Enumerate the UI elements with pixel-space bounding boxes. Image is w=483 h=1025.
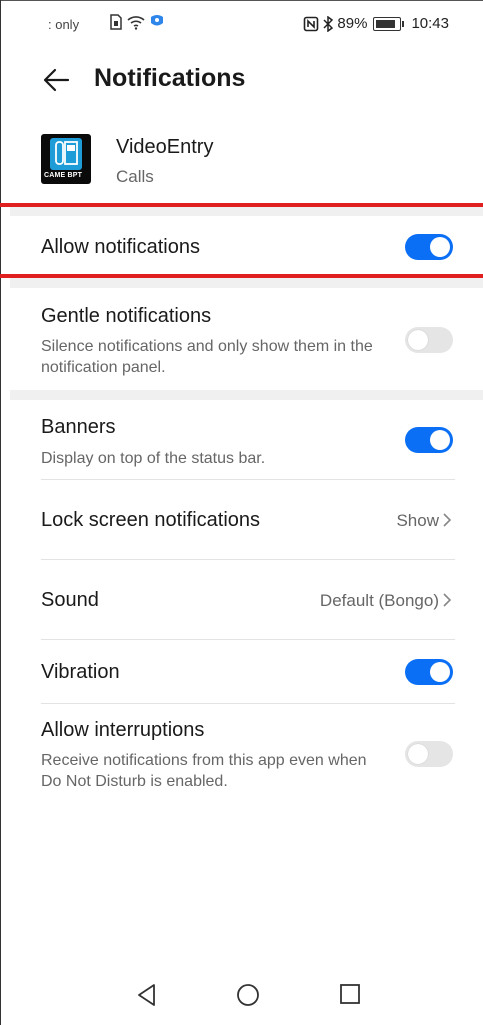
- app-name: VideoEntry: [116, 136, 214, 158]
- page-title: Notifications: [94, 64, 246, 92]
- sound-label[interactable]: Sound: [41, 589, 99, 612]
- sound-value[interactable]: Default (Bongo): [320, 591, 439, 611]
- nfc-icon: [304, 16, 319, 31]
- back-icon[interactable]: [136, 983, 158, 1007]
- vibration-toggle[interactable]: [405, 659, 453, 685]
- battery-icon: [373, 16, 405, 31]
- notification-app-icon: [151, 15, 163, 26]
- gentle-notifications-description: Silence notifications and only show them…: [41, 338, 373, 376]
- recents-icon[interactable]: [339, 983, 361, 1005]
- row-separator: [41, 639, 455, 640]
- section-divider: [10, 206, 483, 216]
- section-divider: [10, 390, 483, 400]
- intercom-icon: [50, 138, 82, 170]
- screen-border-left: [0, 0, 1, 1025]
- app-icon: CAME BPT: [41, 134, 91, 184]
- lock-screen-value[interactable]: Show: [396, 511, 439, 531]
- clock: 10:43: [411, 15, 449, 32]
- section-divider: [10, 278, 483, 288]
- row-separator: [41, 559, 455, 560]
- back-arrow-icon[interactable]: [40, 64, 72, 96]
- vibration-label: Vibration: [41, 661, 120, 683]
- chevron-right-icon[interactable]: [441, 592, 453, 608]
- gentle-notifications-toggle[interactable]: [405, 327, 453, 353]
- lock-screen-label[interactable]: Lock screen notifications: [41, 509, 260, 532]
- allow-interruptions-toggle[interactable]: [405, 741, 453, 767]
- banners-description: Display on top of the status bar.: [41, 450, 266, 467]
- toggle-knob: [430, 237, 450, 257]
- navigation-bar: [0, 965, 483, 1025]
- battery-percent: 89%: [337, 15, 368, 32]
- status-icons-left: [109, 14, 165, 30]
- status-bar: : only 89% 10:43: [0, 0, 483, 52]
- home-icon[interactable]: [236, 983, 260, 1007]
- status-icons-right: 89% 10:43: [303, 15, 449, 32]
- allow-notifications-toggle[interactable]: [405, 234, 453, 260]
- allow-notifications-label: Allow notifications: [41, 236, 200, 258]
- app-category: Calls: [116, 167, 154, 186]
- allow-interruptions-description: Receive notifications from this app even…: [41, 752, 367, 790]
- banners-toggle[interactable]: [405, 427, 453, 453]
- toggle-knob: [408, 330, 428, 350]
- banners-label: Banners: [41, 416, 116, 438]
- carrier-text: : only: [48, 17, 80, 32]
- bluetooth-icon: [323, 15, 334, 32]
- row-separator: [41, 479, 455, 480]
- wifi-icon: [127, 16, 145, 30]
- row-separator: [41, 703, 455, 704]
- toggle-knob: [430, 430, 450, 450]
- highlight-line-top: [0, 203, 483, 207]
- toggle-knob: [408, 744, 428, 764]
- sim-icon: [110, 14, 122, 30]
- toggle-knob: [430, 662, 450, 682]
- app-brand-logo: CAME BPT: [44, 172, 83, 179]
- allow-interruptions-label: Allow interruptions: [41, 719, 205, 741]
- chevron-right-icon[interactable]: [441, 512, 453, 528]
- gentle-notifications-label: Gentle notifications: [41, 305, 212, 327]
